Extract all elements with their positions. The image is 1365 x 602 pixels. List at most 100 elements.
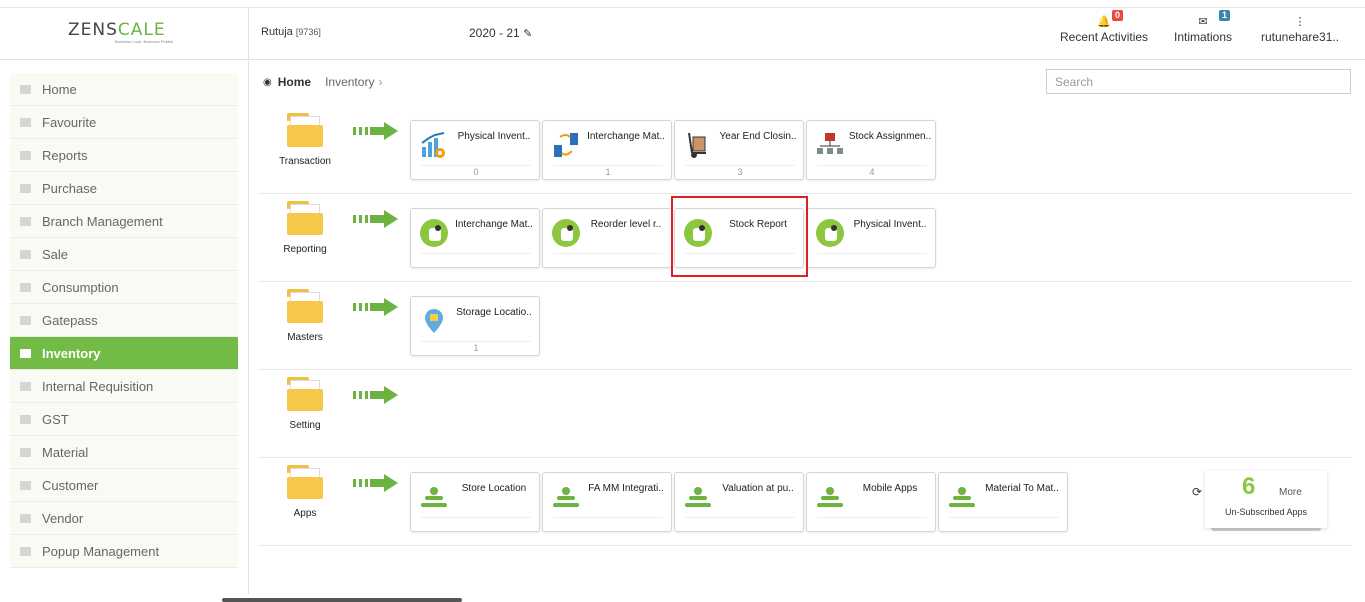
folder-icon xyxy=(20,183,31,193)
tile-app-mobile-apps[interactable]: Mobile Apps xyxy=(806,472,936,532)
folder-icon xyxy=(20,546,31,556)
more-apps-count: 6 xyxy=(1242,473,1256,500)
tile-app-store-location[interactable]: Store Location xyxy=(410,472,540,532)
intimations-button[interactable]: ✉ 1 Intimations xyxy=(1174,10,1232,44)
sidebar-item-label: Consumption xyxy=(42,279,119,295)
sidebar-item-label: Favourite xyxy=(42,114,97,130)
refresh-icon[interactable]: ⟳ xyxy=(1192,485,1202,499)
home-icon xyxy=(20,84,31,94)
breadcrumb-home[interactable]: Home xyxy=(278,75,311,89)
star-icon xyxy=(20,117,31,127)
tile-app-valuation[interactable]: Valuation at pu.. xyxy=(674,472,804,532)
sidebar-item-label: Branch Management xyxy=(42,213,163,229)
sidebar-item-customer[interactable]: Customer xyxy=(10,469,238,502)
sidebar-item-label: Purchase xyxy=(42,180,97,196)
row-label: Setting xyxy=(289,420,321,431)
interchange-icon xyxy=(552,131,580,159)
user-code: [9736] xyxy=(295,27,321,37)
zenscale-logo[interactable]: ZENSCALE xyxy=(68,20,166,40)
sidebar-item-label: Popup Management xyxy=(42,543,160,559)
app-user-icon xyxy=(684,483,712,511)
sidebar-item-inventory[interactable]: Inventory xyxy=(10,337,238,370)
sidebar-item-favourite[interactable]: Favourite xyxy=(10,106,238,139)
tile-name: Mobile Apps xyxy=(862,483,918,494)
tile-report-interchange-material[interactable]: Interchange Mat.. xyxy=(410,208,540,268)
logo-part: A xyxy=(130,20,144,40)
recent-activities-button[interactable]: 🔔 0 Recent Activities xyxy=(1060,10,1149,44)
financial-year[interactable]: 2020 - 21 ✎ xyxy=(469,26,532,40)
folder-icon xyxy=(20,513,31,523)
arrow-right-icon xyxy=(353,122,399,140)
tile-storage-location[interactable]: Storage Locatio.. 1 xyxy=(410,296,540,356)
tile-stock-assignment[interactable]: Stock Assignmen.. 4 xyxy=(806,120,936,180)
account-menu-button[interactable]: ⋮ rutunehare31.. xyxy=(1261,14,1339,44)
tile-reorder-level-report[interactable]: Reorder level r.. xyxy=(542,208,672,268)
logo-container: ZENSCALE Business Loob. Business Pebble xyxy=(0,8,249,60)
logo-part: LE xyxy=(143,20,166,40)
file-icon xyxy=(20,150,31,160)
folder-icon xyxy=(20,216,31,226)
tile-count: 4 xyxy=(869,167,875,177)
folder-icon xyxy=(287,377,323,411)
tile-count: 1 xyxy=(605,167,611,177)
report-user-icon xyxy=(552,219,580,247)
tile-interchange-material[interactable]: Interchange Mat.. 1 xyxy=(542,120,672,180)
more-apps-card[interactable]: 6 More Un-Subscribed Apps xyxy=(1205,471,1327,528)
tile-physical-inventory[interactable]: Physical Invent.. 0 xyxy=(410,120,540,180)
search-input[interactable] xyxy=(1046,69,1351,94)
sidebar-item-label: Reports xyxy=(42,147,88,163)
folder-icon xyxy=(287,113,323,147)
sidebar-item-label: Inventory xyxy=(42,345,101,361)
tile-count: 3 xyxy=(737,167,743,177)
bell-icon: 🔔 0 xyxy=(1060,10,1148,30)
breadcrumb-current: Inventory xyxy=(325,75,375,89)
more-apps-label: More xyxy=(1279,487,1302,498)
hand-truck-icon xyxy=(684,131,712,159)
horizontal-scrollbar[interactable] xyxy=(222,598,462,602)
sidebar-item-home[interactable]: Home xyxy=(10,73,238,106)
setting-row: Setting xyxy=(258,370,1352,458)
sidebar-item-reports[interactable]: Reports xyxy=(10,139,238,172)
app-user-icon xyxy=(816,483,844,511)
folder-icon xyxy=(287,201,323,235)
recent-activities-label: Recent Activities xyxy=(1060,30,1149,44)
sidebar-item-label: GST xyxy=(42,411,69,427)
sidebar-item-popup-management[interactable]: Popup Management xyxy=(10,535,238,568)
arrow-right-icon xyxy=(353,386,399,404)
tile-year-end-closing[interactable]: Year End Closin.. 3 xyxy=(674,120,804,180)
sidebar-item-sale[interactable]: Sale xyxy=(10,238,238,271)
tile-app-fa-mm-integration[interactable]: FA MM Integrati.. xyxy=(542,472,672,532)
tile-physical-inventory-report[interactable]: Physical Invent.. xyxy=(806,208,936,268)
folder-icon xyxy=(20,480,31,490)
sidebar-item-vendor[interactable]: Vendor xyxy=(10,502,238,535)
arrow-right-icon xyxy=(353,210,399,228)
logo-part: ZENS xyxy=(68,20,118,40)
tile-count: 1 xyxy=(473,343,479,353)
sidebar-item-branch-management[interactable]: Branch Management xyxy=(10,205,238,238)
row-label: Apps xyxy=(293,508,317,519)
folder-icon xyxy=(20,414,31,424)
folder-icon xyxy=(287,465,323,499)
report-user-icon xyxy=(420,219,448,247)
dashboard-icon: ◉ xyxy=(263,76,272,88)
app-user-icon xyxy=(948,483,976,511)
sidebar-item-label: Home xyxy=(42,81,77,97)
sidebar-item-gst[interactable]: GST xyxy=(10,403,238,436)
sidebar-item-label: Gatepass xyxy=(42,312,98,328)
tile-name: Valuation at pu.. xyxy=(722,483,794,494)
sidebar-item-internal-requisition[interactable]: Internal Requisition xyxy=(10,370,238,403)
arrow-right-icon xyxy=(353,474,399,492)
sidebar-item-label: Customer xyxy=(42,477,99,493)
org-tree-icon xyxy=(816,131,844,159)
tile-name: Store Location xyxy=(461,483,527,494)
sidebar-item-gatepass[interactable]: Gatepass xyxy=(10,304,238,337)
tile-app-material-to-material[interactable]: Material To Mat.. xyxy=(938,472,1068,532)
sidebar-item-label: Material xyxy=(42,444,89,460)
breadcrumb: ◉ Home Inventory › xyxy=(263,75,386,89)
sidebar-item-material[interactable]: Material xyxy=(10,436,238,469)
tile-name: FA MM Integrati.. xyxy=(588,483,664,494)
edit-icon[interactable]: ✎ xyxy=(523,28,532,40)
sidebar-item-purchase[interactable]: Purchase xyxy=(10,172,238,205)
row-label: Transaction xyxy=(279,156,331,167)
sidebar-item-consumption[interactable]: Consumption xyxy=(10,271,238,304)
